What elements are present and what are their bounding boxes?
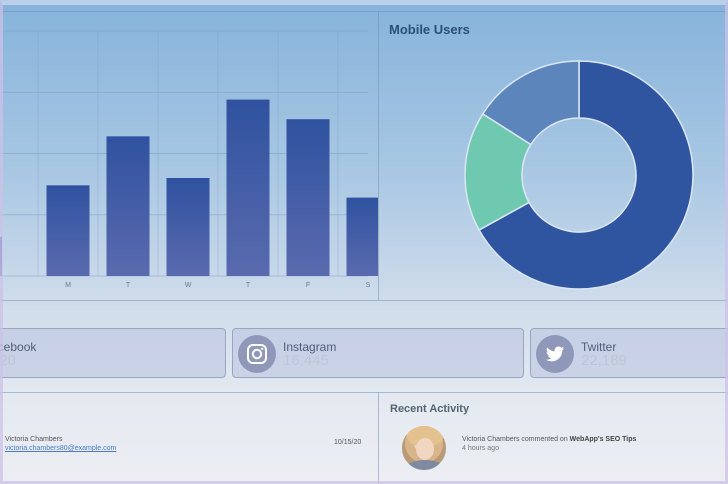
mobile-users-donut: [464, 60, 694, 290]
mobile-users-title: Mobile Users: [389, 22, 470, 37]
weekly-bar-chart: MTWTFS: [0, 30, 378, 289]
avatar-shoulders: [406, 460, 444, 470]
instagram-icon: [238, 335, 276, 373]
bar-W: [166, 178, 210, 276]
facebook-count: 320: [0, 352, 17, 369]
x-tick-label: M: [65, 282, 71, 289]
activity-avatar[interactable]: [400, 424, 448, 472]
order-customer-name: Victoria Chambers: [5, 436, 63, 443]
twitter-card[interactable]: Twitter 22,189: [530, 328, 728, 378]
recent-activity-title: Recent Activity: [390, 403, 470, 415]
activity-line: Victoria Chambers commented on WebApp's …: [462, 436, 636, 443]
social-bottom-divider: [0, 392, 728, 393]
activity-target[interactable]: WebApp's SEO Tips: [570, 436, 637, 443]
avatar-face: [416, 438, 434, 460]
bar-S: [346, 197, 378, 276]
bar-M: [46, 185, 90, 276]
bar-partial: [0, 236, 2, 276]
activity-user[interactable]: Victoria Chambers: [462, 436, 519, 443]
x-tick-label: T: [126, 282, 131, 289]
x-tick-label: T: [246, 282, 251, 289]
x-tick-label: S: [366, 282, 371, 289]
twitter-icon: [536, 335, 574, 373]
activity-action: commented on: [521, 436, 568, 443]
order-date: 10/15/20: [334, 439, 362, 446]
bar-T: [226, 99, 270, 276]
x-tick-label: F: [306, 282, 310, 289]
charts-bottom-divider: [0, 300, 728, 301]
bar-F: [286, 119, 330, 276]
instagram-card[interactable]: Instagram 16,445: [232, 328, 524, 378]
instagram-count: 16,445: [283, 352, 329, 369]
order-customer-email[interactable]: victoria.chambers80@example.com: [5, 445, 116, 452]
lower-divider: [378, 392, 379, 484]
x-tick-label: W: [185, 282, 192, 289]
facebook-card[interactable]: acebook 320: [0, 328, 226, 378]
twitter-count: 22,189: [581, 352, 627, 369]
bar-T: [106, 136, 150, 276]
activity-time: 4 hours ago: [462, 445, 499, 452]
